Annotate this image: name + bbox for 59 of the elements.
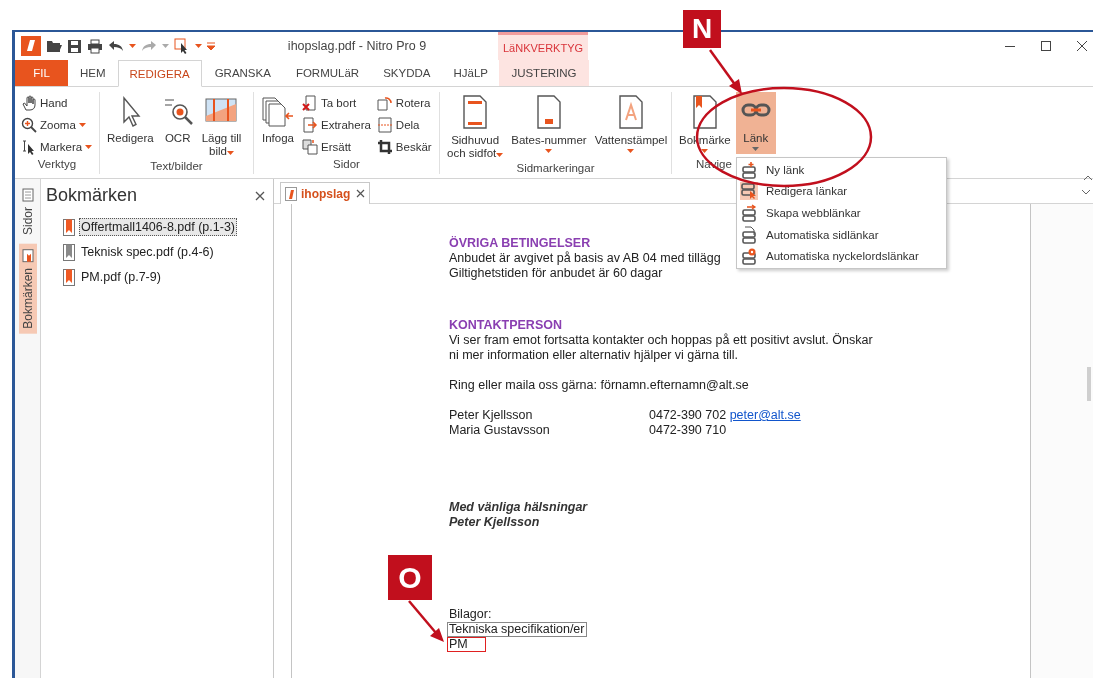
section-heading: ÖVRIGA BETINGELSER <box>449 236 591 251</box>
attachment-link[interactable]: PM <box>447 637 486 652</box>
paragraph: Anbudet är avgivet på basis av AB 04 med tillägg Giltighetstiden för anbudet är 60 dagar <box>449 251 721 281</box>
group-label: Verktyg <box>37 158 77 170</box>
ribbon-tab[interactable]: FIL <box>15 60 68 86</box>
ribbon-button[interactable]: Länk <box>735 92 776 154</box>
ribbon-button[interactable]: Beskär <box>374 136 434 157</box>
ribbon-tab[interactable]: HEM <box>68 60 118 86</box>
ribbon-tab[interactable]: SKYDDA <box>371 60 443 86</box>
bookmark-item[interactable]: Offertmall1406-8.pdf (p.1-3) <box>79 218 237 236</box>
callout-badge: N <box>683 10 721 48</box>
ribbon-button[interactable]: Rotera <box>374 92 434 113</box>
context-tab-group-label: LäNKVERKTYG <box>498 32 588 60</box>
group-label: Text/bilder <box>150 160 203 173</box>
ribbon-button[interactable]: Vattenstämpel <box>591 92 671 155</box>
section-heading: KONTAKTPERSON <box>449 318 562 333</box>
paragraph: Ring eller maila oss gärna: förnamn.efternamn@alt.se <box>449 378 749 393</box>
ribbon-button[interactable]: Sidhuvud och sidfot <box>444 92 507 163</box>
ribbon-button[interactable]: Dela <box>374 114 434 135</box>
ribbon-tab[interactable]: HJäLP <box>442 60 499 86</box>
ribbon-tab[interactable]: GRANSKA <box>201 60 284 86</box>
phone-number: 0472-390 702 <box>649 408 727 422</box>
bookmark-item[interactable]: Teknisk spec.pdf (p.4-6) <box>79 243 216 261</box>
group-label: Sidmarkeringar <box>516 162 595 175</box>
contact-name: Peter Kjellsson <box>449 408 534 423</box>
ribbon-button[interactable]: Ersätt <box>300 136 373 157</box>
document-tab[interactable]: ihopslag <box>280 182 370 204</box>
ribbon-button[interactable]: Redigera <box>104 92 157 154</box>
ribbon-button[interactable]: Extrahera <box>300 114 373 135</box>
menu-item[interactable]: Redigera länkar <box>737 180 946 203</box>
menu-item[interactable]: Ny länk <box>737 159 946 181</box>
ribbon-button[interactable]: Infoga <box>258 92 298 154</box>
callout-badge: O <box>388 555 432 600</box>
ribbon-button[interactable]: Markera <box>19 136 95 157</box>
menu-item[interactable]: Skapa webblänkar <box>737 202 946 224</box>
ribbon-button[interactable]: Bates-nummer <box>508 92 590 155</box>
ribbon-button[interactable]: Ta bort <box>300 92 373 113</box>
group-label: Sidor <box>333 158 360 170</box>
ribbon-button[interactable]: OCR <box>158 92 197 154</box>
ribbon-tab[interactable]: FORMULäR <box>283 60 372 86</box>
email-link[interactable]: peter@alt.se <box>729 408 801 422</box>
menu-item[interactable]: Automatiska sidlänkar <box>737 223 946 246</box>
ribbon-tab[interactable]: REDIGERA <box>117 60 202 87</box>
phone-number: 0472-390 710 <box>649 423 727 437</box>
ribbon-button[interactable]: Zooma <box>19 114 95 135</box>
attachment-link[interactable]: Tekniska specifikation/er <box>447 622 588 637</box>
side-tab[interactable]: Bokmärken <box>18 244 37 334</box>
window-title: ihopslag.pdf - Nitro Pro 9 <box>286 39 428 53</box>
contact-name: Maria Gustavsson <box>449 423 551 438</box>
ribbon-button[interactable]: Hand <box>19 92 95 113</box>
menu-item[interactable]: Automatiska nyckelordslänkar <box>737 245 946 267</box>
ribbon-tab[interactable]: JUSTERING <box>499 60 589 86</box>
panel-title: Bokmärken <box>46 185 138 206</box>
closing-text: Med vänliga hälsningar Peter Kjellsson <box>449 500 588 530</box>
bookmark-item[interactable]: PM.pdf (p.7-9) <box>79 268 163 286</box>
ribbon-button[interactable]: Lägg till bild <box>198 92 245 161</box>
paragraph: Vi ser fram emot fortsatta kontakter och hoppas på ett positivt avslut. Önskar ni mer information eller alternativ hjälper vi gärna till. <box>449 333 873 363</box>
attachments-label: Bilagor: <box>449 607 492 622</box>
side-tab[interactable]: Sidor <box>18 183 37 240</box>
